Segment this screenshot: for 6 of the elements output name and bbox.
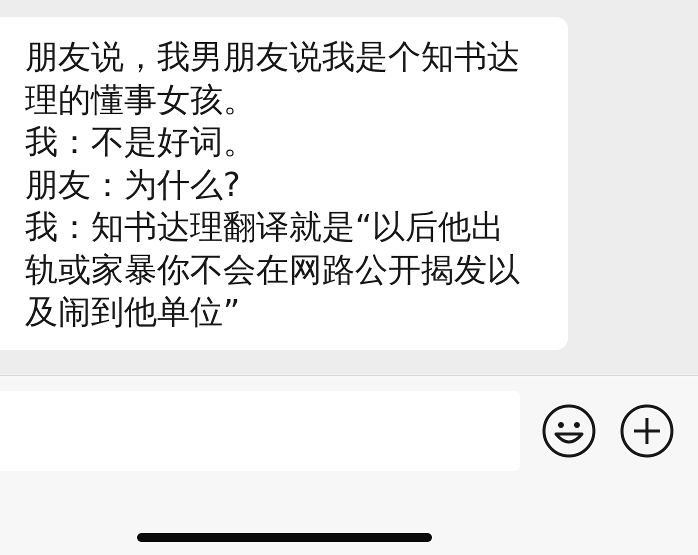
message-text: 朋友说，我男朋友说我是个知书达理的懂事女孩。: [25, 36, 520, 120]
message-text: 我：知书达理翻译就是“以后他出轨或家暴你不会在网路公开揭发以及闹到他单位”: [25, 206, 520, 333]
emoji-icon[interactable]: [542, 404, 596, 458]
message-text: 我：不是好词。: [25, 121, 257, 163]
plus-icon[interactable]: [620, 404, 674, 458]
message-text: 朋友：为什么?: [25, 164, 242, 206]
